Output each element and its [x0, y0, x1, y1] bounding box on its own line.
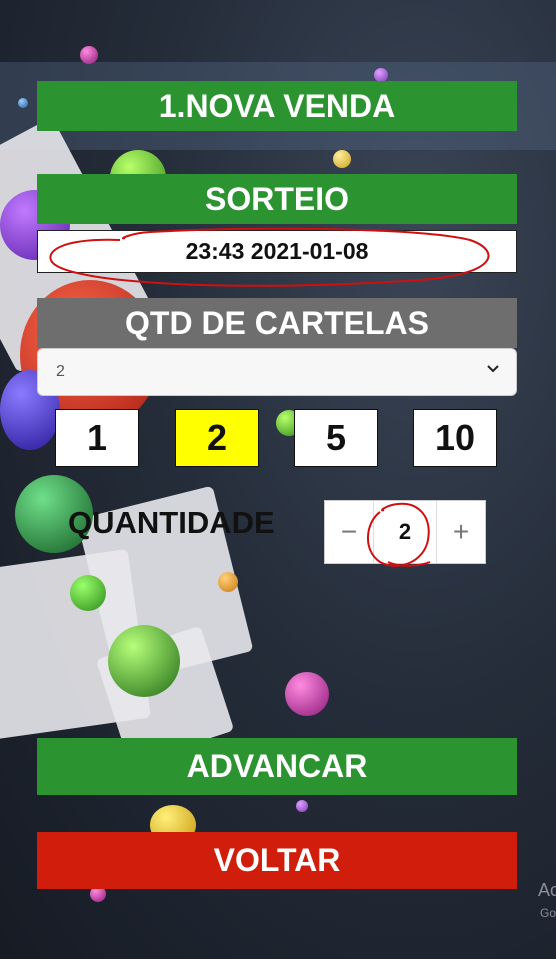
- bingo-ball-decor: [333, 150, 351, 168]
- bingo-ball-decor: [218, 572, 238, 592]
- watermark-text: Ac: [538, 880, 556, 900]
- increment-button[interactable]: +: [437, 501, 485, 563]
- back-button[interactable]: VOLTAR: [37, 832, 517, 889]
- bingo-ball-decor: [18, 98, 28, 108]
- cards-quantity-select-value: 2: [56, 363, 65, 380]
- draw-datetime-field: 23:43 2021-01-08: [37, 230, 517, 273]
- bingo-ball-decor: [285, 672, 329, 716]
- quantity-label: QUANTIDADE: [68, 505, 275, 540]
- cards-quantity-select[interactable]: 2: [37, 348, 517, 396]
- quick-option-10-button[interactable]: 10: [413, 409, 497, 467]
- quick-option-5-button[interactable]: 5: [294, 409, 378, 467]
- watermark-subtext: Go: [540, 906, 556, 920]
- page-title: 1.NOVA VENDA: [37, 81, 517, 131]
- cards-quantity-label: QTD DE CARTELAS: [37, 298, 517, 348]
- decrement-button[interactable]: −: [325, 501, 374, 563]
- draw-section-label: SORTEIO: [37, 174, 517, 224]
- quantity-stepper: − 2 +: [324, 500, 486, 564]
- bingo-ball-decor: [108, 625, 180, 697]
- quantity-value[interactable]: 2: [374, 501, 437, 563]
- draw-datetime-value: 23:43 2021-01-08: [185, 238, 369, 264]
- bingo-ball-decor: [70, 575, 106, 611]
- advance-button[interactable]: ADVANCAR: [37, 738, 517, 795]
- bingo-ball-decor: [80, 46, 98, 64]
- quick-option-1-button[interactable]: 1: [55, 409, 139, 467]
- bingo-ball-decor: [374, 68, 388, 82]
- bingo-ball-decor: [296, 800, 308, 812]
- chevron-down-icon: [487, 365, 499, 373]
- quick-option-2-button[interactable]: 2: [175, 409, 259, 467]
- background-artwork: [0, 0, 556, 959]
